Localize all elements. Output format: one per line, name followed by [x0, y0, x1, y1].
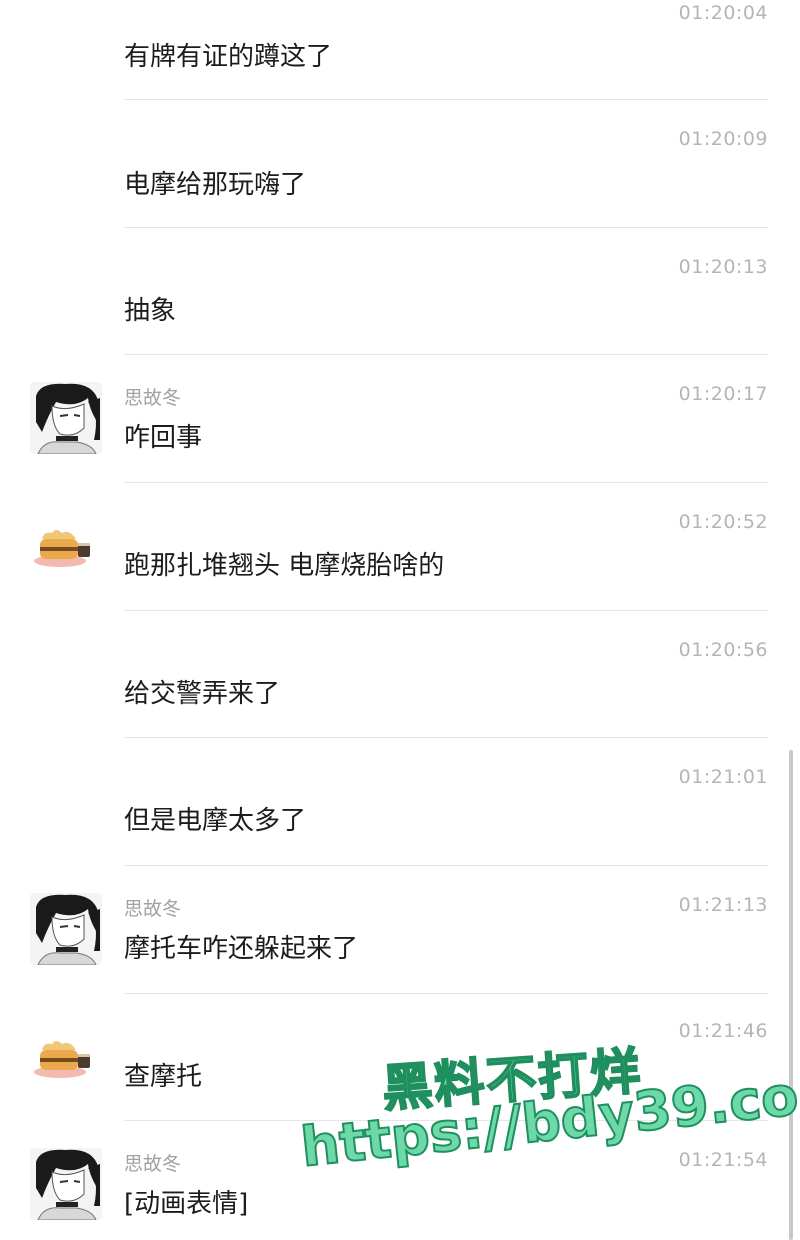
avatar[interactable] — [30, 519, 102, 591]
message-time: 01:20:52 — [678, 511, 768, 533]
anime-portrait-icon — [30, 382, 102, 454]
message-time: 01:20:17 — [678, 383, 768, 405]
message-time: 01:21:13 — [678, 894, 768, 916]
message-text: 给交警弄来了 — [124, 679, 281, 709]
message-item[interactable]: 01:21:46 查摩托 — [0, 994, 800, 1121]
message-item[interactable]: 思故冬 01:21:13 摩托车咋还躲起来了 — [0, 866, 800, 994]
message-item[interactable]: 思故冬 01:21:54 [动画表情] — [0, 1121, 800, 1240]
message-text: 有牌有证的蹲这了 — [124, 42, 333, 72]
message-item[interactable]: 01:20:56 给交警弄来了 — [0, 611, 800, 738]
message-time: 01:20:09 — [678, 128, 768, 150]
message-text: [动画表情] — [124, 1189, 249, 1219]
cake-icon — [30, 519, 102, 591]
message-text: 抽象 — [124, 296, 177, 326]
message-item[interactable]: 01:20:09 电摩给那玩嗨了 — [0, 100, 800, 228]
message-text: 咋回事 — [124, 423, 203, 453]
avatar[interactable] — [30, 1148, 102, 1220]
message-item[interactable]: 01:21:01 但是电摩太多了 — [0, 738, 800, 866]
message-time: 01:20:13 — [678, 256, 768, 278]
message-text: 摩托车咋还躲起来了 — [124, 934, 359, 964]
message-item[interactable]: 思故冬 01:20:17 咋回事 — [0, 355, 800, 483]
sender-name: 思故冬 — [124, 387, 182, 409]
sender-name: 思故冬 — [124, 1153, 182, 1175]
message-item[interactable]: 01:20:04 有牌有证的蹲这了 — [0, 0, 800, 100]
message-time: 01:21:46 — [678, 1020, 768, 1042]
message-text: 电摩给那玩嗨了 — [124, 170, 307, 200]
message-time: 01:21:54 — [678, 1149, 768, 1171]
sender-name: 思故冬 — [124, 898, 182, 920]
avatar[interactable] — [30, 382, 102, 454]
cake-icon — [30, 1030, 102, 1102]
anime-portrait-icon — [30, 893, 102, 965]
message-time: 01:21:01 — [678, 766, 768, 788]
chat-history-view: 01:20:04 有牌有证的蹲这了 01:20:09 电摩给那玩嗨了 01:20… — [0, 0, 800, 1240]
avatar[interactable] — [30, 1030, 102, 1102]
anime-portrait-icon — [30, 1148, 102, 1220]
message-time: 01:20:04 — [678, 2, 768, 24]
message-text: 查摩托 — [124, 1062, 203, 1092]
message-item[interactable]: 01:20:52 跑那扎堆翘头 电摩烧胎啥的 — [0, 483, 800, 611]
message-text: 跑那扎堆翘头 电摩烧胎啥的 — [124, 551, 445, 581]
message-text: 但是电摩太多了 — [124, 806, 307, 836]
scrollbar[interactable] — [789, 750, 793, 1240]
message-time: 01:20:56 — [678, 639, 768, 661]
avatar[interactable] — [30, 893, 102, 965]
message-item[interactable]: 01:20:13 抽象 — [0, 228, 800, 355]
